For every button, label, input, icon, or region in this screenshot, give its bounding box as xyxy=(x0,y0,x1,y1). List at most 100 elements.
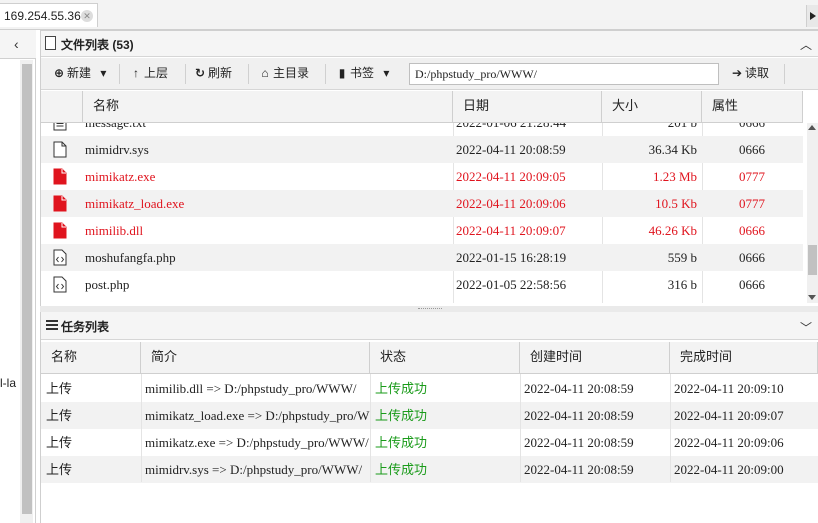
file-row[interactable]: message.txt 2022-01-06 21:28:44 201 b 0666 xyxy=(41,123,803,136)
chevron-up-icon[interactable]: ︿ xyxy=(800,36,812,53)
chevron-left-icon[interactable]: ‹ xyxy=(14,37,19,51)
toolbar-divider xyxy=(325,64,326,84)
toolbar-divider xyxy=(248,64,249,84)
arrow-up-icon: ↑ xyxy=(133,66,139,80)
file-attr: 0777 xyxy=(739,196,765,211)
file-icon xyxy=(53,140,67,158)
plus-circle-icon: ⊕ xyxy=(53,66,65,80)
file-toolbar: ⊕ 新建 ▾ ↑ 上层 ↻ 刷新 ⌂ 主目录 ▮ 书签 ▾ D:/phpstudy_pro… xyxy=(41,58,818,90)
file-list-scrollbar[interactable] xyxy=(807,123,818,303)
task-done-time: 2022-04-11 20:09:07 xyxy=(674,408,784,423)
left-scrollbar-thumb[interactable] xyxy=(22,64,32,514)
file-grid-body: message.txt2022-01-06 21:28:44201 b0666m… xyxy=(41,123,803,303)
file-name[interactable]: mimilib.dll xyxy=(85,217,143,244)
icon-column-header xyxy=(41,91,83,123)
red-file-icon xyxy=(53,194,67,212)
column-header-size[interactable]: 大小 xyxy=(602,91,702,123)
file-panel-header: 文件列表 (53) ︿ xyxy=(41,31,818,57)
file-name[interactable]: message.txt xyxy=(85,123,146,136)
file-name[interactable]: mimidrv.sys xyxy=(85,136,149,163)
task-status: 上传成功 xyxy=(375,435,428,450)
file-panel-title: 文件列表 (53) xyxy=(61,38,134,52)
file-attr: 0666 xyxy=(739,123,765,136)
refresh-label: 刷新 xyxy=(208,66,233,80)
task-column-header-status[interactable]: 状态 xyxy=(370,342,520,374)
task-desc: mimilib.dll => D:/phpstudy_pro/WWW/ xyxy=(145,381,357,396)
close-icon[interactable]: ✕ xyxy=(81,10,93,22)
left-panel-header: ‹ xyxy=(0,30,36,59)
task-row[interactable]: 上传 mimikatz_load.exe => D:/phpstudy_pro/W… xyxy=(41,402,818,429)
file-size: 316 b xyxy=(667,277,697,292)
toolbar-divider xyxy=(784,64,785,84)
task-row[interactable]: 上传 mimilib.dll => D:/phpstudy_pro/WWW/上传成… xyxy=(41,375,818,402)
task-column-header-created[interactable]: 创建时间 xyxy=(520,342,670,374)
task-status: 上传成功 xyxy=(375,381,428,396)
file-row[interactable]: mimikatz_load.exe 2022-04-11 20:09:06 10.5… xyxy=(41,190,803,217)
refresh-button[interactable]: ↻ 刷新 xyxy=(194,65,232,83)
task-done-time: 2022-04-11 20:09:06 xyxy=(674,435,784,450)
file-row[interactable]: mimikatz.exe 2022-04-11 20:09:05 1.23 Mb 07… xyxy=(41,163,803,190)
new-button[interactable]: ⊕ 新建 ▾ xyxy=(53,65,106,83)
column-header-attr[interactable]: 属性 xyxy=(702,91,803,123)
read-label: 读取 xyxy=(745,66,770,80)
file-list-scrollbar-thumb[interactable] xyxy=(808,245,817,275)
up-level-button[interactable]: ↑ 上层 xyxy=(130,65,168,83)
task-column-header-desc[interactable]: 简介 xyxy=(141,342,370,374)
task-type: 上传 xyxy=(46,408,73,423)
toolbar-divider xyxy=(185,64,186,84)
task-type: 上传 xyxy=(46,381,73,396)
task-column-header-done[interactable]: 完成时间 xyxy=(670,342,818,374)
refresh-icon: ↻ xyxy=(194,66,206,80)
file-size: 46.26 Kb xyxy=(648,223,697,238)
file-row[interactable]: post.php 2022-01-05 22:58:56 316 b 0666 xyxy=(41,271,803,298)
file-row[interactable]: mimilib.dll 2022-04-11 20:09:07 46.26 Kb 06… xyxy=(41,217,803,244)
task-status: 上传成功 xyxy=(375,462,428,477)
new-button-label: 新建 xyxy=(67,66,92,80)
column-header-name[interactable]: 名称 xyxy=(83,91,453,123)
task-panel: 任务列表 ﹀ 名称 简介 状态 创建时间 完成时间 上传 mimilib.dll … xyxy=(40,312,818,523)
up-level-label: 上层 xyxy=(144,66,169,80)
splitter-grip[interactable] xyxy=(418,308,442,310)
task-grid-header: 名称 简介 状态 创建时间 完成时间 xyxy=(41,342,818,374)
file-size: 10.5 Kb xyxy=(655,196,697,211)
left-scrollbar[interactable] xyxy=(20,60,33,523)
file-date: 2022-04-11 20:09:07 xyxy=(456,223,566,238)
connection-tab[interactable]: 169.254.55.36 ✕ xyxy=(0,3,98,27)
home-button[interactable]: ⌂ 主目录 xyxy=(259,65,309,83)
task-row[interactable]: 上传 mimikatz.exe => D:/phpstudy_pro/WWW/上传… xyxy=(41,429,818,456)
file-grid-header: 名称 日期 大小 属性 xyxy=(41,91,803,123)
path-input[interactable]: D:/phpstudy_pro/WWW/ xyxy=(409,63,719,85)
tab-bar: 169.254.55.36 ✕ xyxy=(0,0,818,30)
home-label: 主目录 xyxy=(273,66,310,80)
task-done-time: 2022-04-11 20:09:00 xyxy=(674,462,784,477)
tab-scroll-right-icon[interactable] xyxy=(806,5,818,27)
arrow-right-icon: ➔ xyxy=(731,66,743,80)
task-desc: mimidrv.sys => D:/phpstudy_pro/WWW/ xyxy=(145,462,363,477)
file-attr: 0666 xyxy=(739,223,765,238)
file-name[interactable]: moshufangfa.php xyxy=(85,244,176,271)
task-column-header-name[interactable]: 名称 xyxy=(41,342,141,374)
task-row[interactable]: 上传 mimidrv.sys => D:/phpstudy_pro/WWW/上传成… xyxy=(41,456,818,483)
file-row[interactable]: mimidrv.sys 2022-04-11 20:08:59 36.34 Kb 06… xyxy=(41,136,803,163)
file-size: 201 b xyxy=(601,123,697,136)
file-name[interactable]: mimikatz.exe xyxy=(85,163,155,190)
code-file-icon xyxy=(53,248,67,266)
file-name[interactable]: mimikatz_load.exe xyxy=(85,190,184,217)
scroll-down-icon[interactable] xyxy=(808,295,816,300)
file-name[interactable]: post.php xyxy=(85,271,129,298)
bookmark-label: 书签 xyxy=(350,66,375,80)
scroll-up-icon[interactable] xyxy=(808,125,816,130)
text-file-icon xyxy=(53,123,67,131)
column-header-date[interactable]: 日期 xyxy=(453,91,602,123)
task-type: 上传 xyxy=(46,435,73,450)
file-row[interactable]: moshufangfa.php 2022-01-15 16:28:19 559 b 0… xyxy=(41,244,803,271)
file-attr: 0666 xyxy=(739,277,765,292)
home-icon: ⌂ xyxy=(261,66,269,80)
caret-down-icon: ▾ xyxy=(383,66,390,80)
bookmark-icon: ▮ xyxy=(338,66,346,80)
bookmark-button[interactable]: ▮ 书签 ▾ xyxy=(336,65,390,83)
read-button[interactable]: ➔ 读取 xyxy=(731,65,769,83)
chevron-down-icon[interactable]: ﹀ xyxy=(800,319,812,336)
toolbar-divider xyxy=(119,64,120,84)
task-desc: mimikatz.exe => D:/phpstudy_pro/WWW/ xyxy=(145,435,369,450)
